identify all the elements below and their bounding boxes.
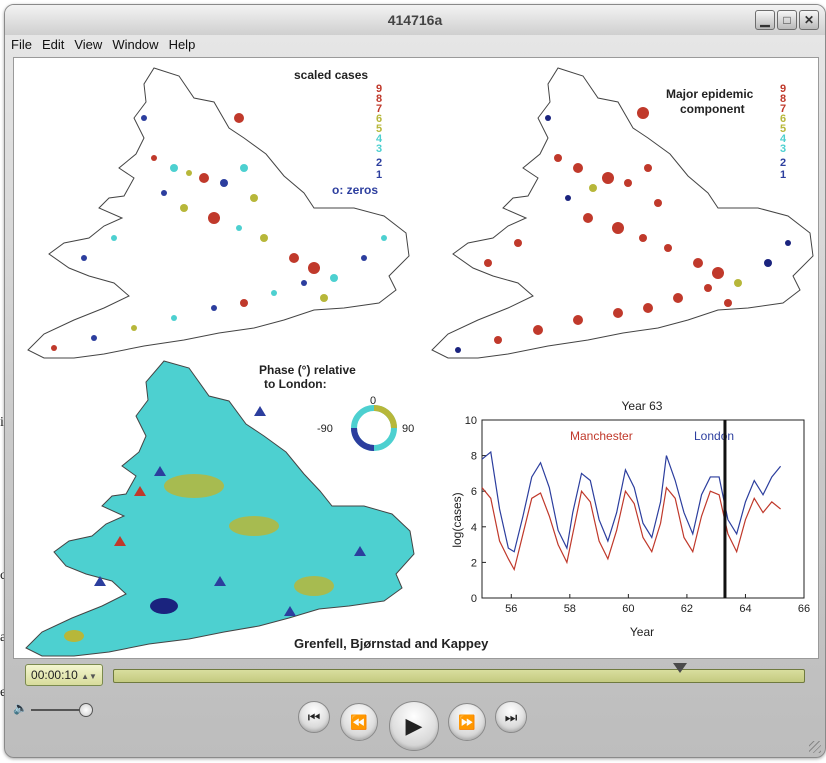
chart-title: Year 63 [622, 399, 663, 413]
speaker-icon: 🔈 [13, 701, 28, 715]
y-tick-label: 4 [471, 522, 477, 534]
menu-view[interactable]: View [74, 37, 102, 55]
window-title: 414716a [387, 12, 443, 28]
volume-knob[interactable] [79, 703, 93, 717]
skip-back-button[interactable]: ⏮ [298, 701, 330, 733]
window-controls: ▁ □ ✕ [755, 10, 819, 30]
legend1-title: scaled cases [294, 68, 368, 82]
menu-help[interactable]: Help [169, 37, 196, 55]
svg-text:-90: -90 [317, 423, 333, 435]
video-frame: scaled cases 9 8 7 6 5 4 3 2 1 o: zeros [13, 57, 819, 659]
menu-file[interactable]: File [11, 37, 32, 55]
menu-window[interactable]: Window [112, 37, 158, 55]
series-label-london: London [694, 429, 734, 443]
map-scaled-cases: scaled cases 9 8 7 6 5 4 3 2 1 o: zeros [27, 67, 410, 359]
legend2-title-line1: Major epidemic [666, 87, 754, 101]
legend2-title-line2: component [680, 102, 745, 116]
y-tick-label: 0 [471, 593, 477, 605]
y-tick-label: 6 [471, 486, 477, 498]
x-tick-label: 66 [798, 603, 810, 615]
y-tick-label: 2 [471, 557, 477, 569]
timecode-field[interactable]: 00:00:10 ▲▼ [25, 664, 103, 686]
svg-text:90: 90 [402, 423, 414, 435]
phase-wheel [351, 405, 397, 451]
chart-plot-area [481, 419, 805, 599]
y-tick-label: 10 [465, 415, 477, 427]
play-button[interactable]: ▶ [389, 701, 439, 751]
chart-xlabel: Year [630, 625, 654, 639]
menu-bar: File Edit View Window Help [11, 37, 195, 55]
volume-track[interactable] [31, 709, 83, 711]
x-tick-label: 64 [739, 603, 751, 615]
svg-text:2: 2 [780, 157, 786, 169]
skip-back-icon: ⏮ [307, 708, 321, 725]
spinner-icon[interactable]: ▲▼ [81, 672, 97, 681]
player-controls: 00:00:10 ▲▼ 🔈 ⏮ ⏪ ▶ ⏩ ⏭ [5, 657, 825, 757]
map-phase: Phase (°) relative to London: 0 -90 90 [25, 360, 415, 657]
y-tick-label: 8 [471, 451, 477, 463]
credit-text: Grenfell, Bjørnstad and Kappey [294, 636, 489, 651]
rewind-button[interactable]: ⏪ [340, 703, 378, 741]
maximize-button[interactable]: □ [777, 10, 797, 30]
map-major-epidemic: Major epidemic component 9 8 7 6 5 4 3 2… [431, 67, 814, 359]
minimize-button[interactable]: ▁ [755, 10, 775, 30]
x-tick-label: 58 [564, 603, 576, 615]
legend1-zeros: o: zeros [332, 183, 378, 197]
scrub-bar[interactable] [113, 663, 805, 683]
player-window: 414716a ▁ □ ✕ File Edit View Window Help [4, 4, 826, 758]
figure: scaled cases 9 8 7 6 5 4 3 2 1 o: zeros [25, 67, 814, 657]
fast-forward-button[interactable]: ⏩ [448, 703, 486, 741]
chart-ylabel: log(cases) [450, 492, 464, 547]
time-series-chart: 56 58 60 62 64 66 0 2 4 6 8 10 Manchester London Year … [450, 399, 810, 639]
title-bar[interactable]: 414716a ▁ □ ✕ [5, 5, 825, 35]
resize-grip[interactable] [809, 741, 821, 753]
playhead[interactable] [672, 663, 687, 673]
legend3-title-line1: Phase (°) relative [259, 363, 356, 377]
x-tick-label: 62 [681, 603, 693, 615]
close-button[interactable]: ✕ [799, 10, 819, 30]
menu-edit[interactable]: Edit [42, 37, 64, 55]
x-tick-label: 60 [622, 603, 634, 615]
svg-text:2: 2 [376, 157, 382, 169]
play-icon: ▶ [405, 713, 423, 738]
svg-text:0: 0 [370, 395, 376, 407]
skip-forward-button[interactable]: ⏭ [495, 701, 527, 733]
svg-text:3: 3 [376, 143, 382, 155]
svg-text:1: 1 [376, 169, 382, 181]
rewind-icon: ⏪ [350, 713, 368, 730]
legend3-title-line2: to London: [264, 377, 327, 391]
skip-forward-icon: ⏭ [504, 708, 518, 725]
svg-text:1: 1 [780, 169, 786, 181]
series-label-manchester: Manchester [570, 429, 633, 443]
fast-forward-icon: ⏩ [458, 713, 476, 730]
x-tick-label: 56 [505, 603, 517, 615]
svg-text:3: 3 [780, 143, 786, 155]
